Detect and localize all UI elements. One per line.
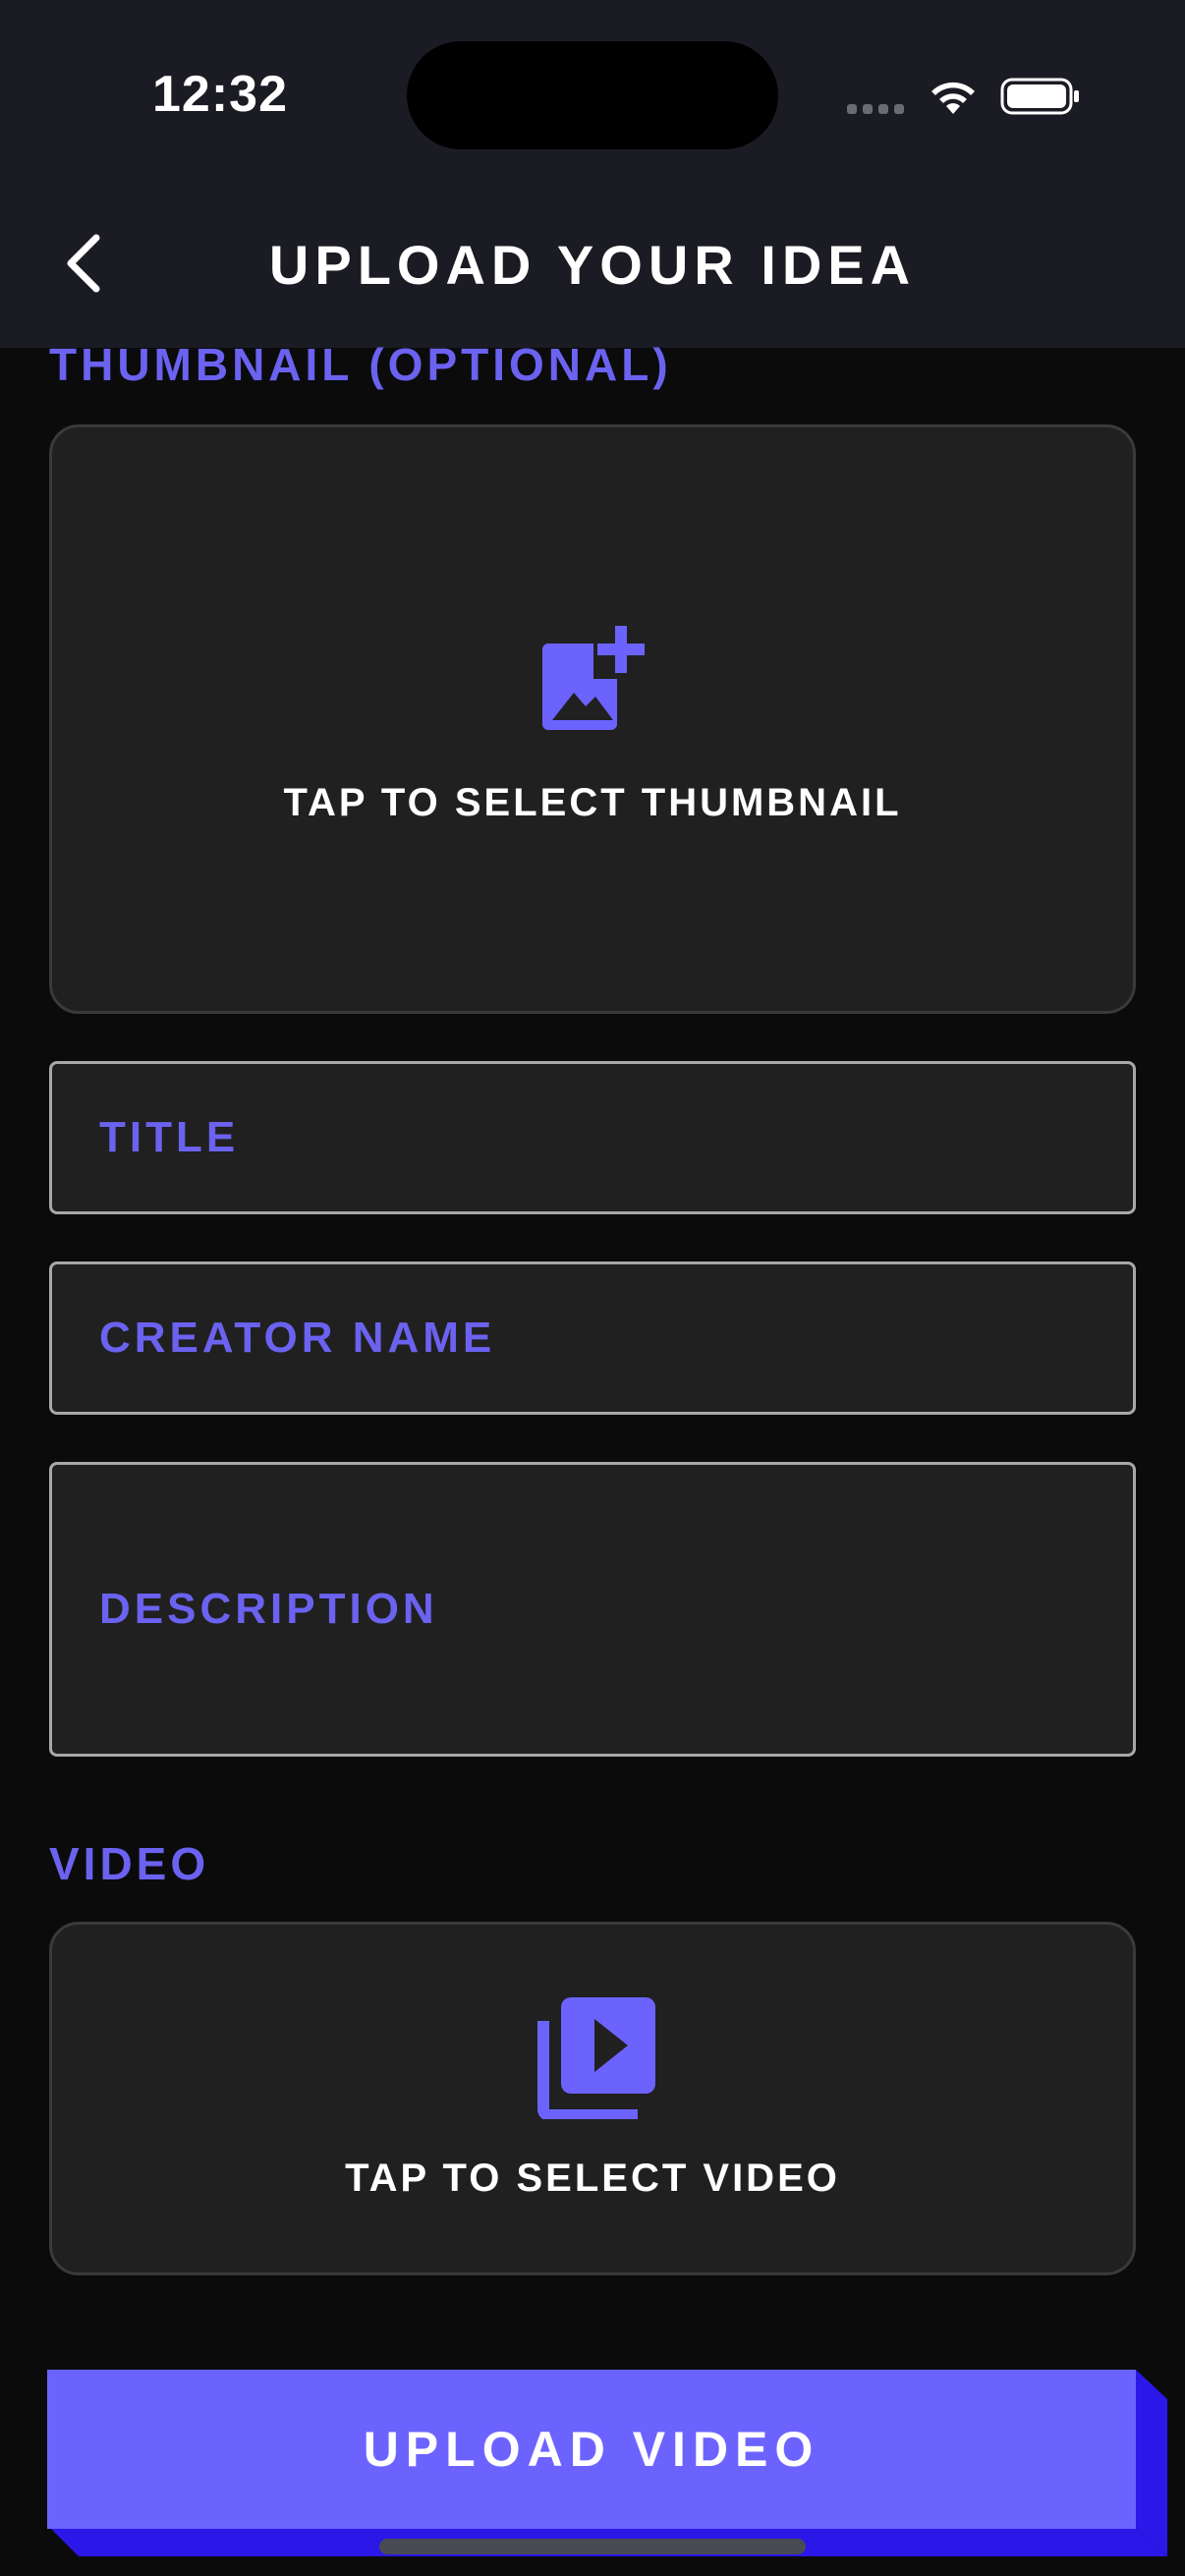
upload-button-shadow xyxy=(1136,2370,1167,2556)
thumbnail-picker[interactable]: TAP TO SELECT THUMBNAIL xyxy=(49,424,1136,1014)
page-title: UPLOAD YOUR IDEA xyxy=(268,234,917,296)
home-indicator xyxy=(379,2539,806,2554)
add-photo-icon xyxy=(542,626,645,730)
battery-icon xyxy=(1000,78,1079,115)
title-input[interactable]: TITLE xyxy=(49,1061,1136,1214)
dynamic-island xyxy=(407,41,778,149)
video-section-label: VIDEO xyxy=(49,1838,210,1889)
description-placeholder: DESCRIPTION xyxy=(99,1585,438,1633)
video-picker[interactable]: TAP TO SELECT VIDEO xyxy=(49,1922,1136,2275)
description-input[interactable]: DESCRIPTION xyxy=(49,1462,1136,1757)
wifi-icon xyxy=(931,82,975,114)
video-prompt: TAP TO SELECT VIDEO xyxy=(345,2156,840,2200)
thumbnail-prompt: TAP TO SELECT THUMBNAIL xyxy=(283,781,902,824)
thumbnail-section-label: THUMBNAIL (OPTIONAL) xyxy=(49,339,672,390)
upload-video-button[interactable]: UPLOAD VIDEO xyxy=(47,2370,1136,2529)
title-placeholder: TITLE xyxy=(99,1113,240,1161)
video-library-icon xyxy=(537,1997,655,2119)
creator-name-input[interactable]: CREATOR NAME xyxy=(49,1261,1136,1415)
creator-name-placeholder: CREATOR NAME xyxy=(99,1314,496,1362)
top-bar: 12:32 UPLOAD YOUR IDEA xyxy=(0,0,1185,348)
signal-dots-icon xyxy=(847,104,904,114)
status-time: 12:32 xyxy=(152,66,288,123)
